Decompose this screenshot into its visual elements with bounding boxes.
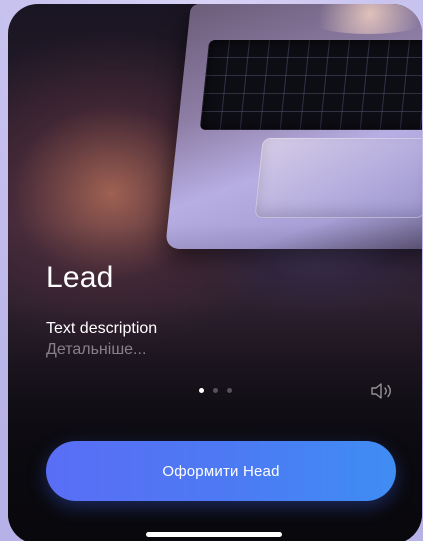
home-indicator — [146, 532, 282, 537]
laptop-keyboard — [199, 40, 422, 130]
phone-frame: Lead Text description Детальніше... Офор… — [8, 4, 422, 541]
pagination-dots — [8, 388, 422, 393]
laptop-trackpad — [254, 138, 422, 218]
laptop-image — [165, 4, 422, 249]
story-description: Text description — [46, 320, 158, 337]
pagination-dot-2[interactable] — [212, 388, 218, 393]
story-title: Lead — [46, 261, 114, 294]
screen: Lead Text description Детальніше... Офор… — [0, 0, 423, 541]
volume-icon[interactable] — [368, 381, 396, 401]
subscribe-button-label: Оформити Head — [162, 462, 280, 480]
pagination-dot-3[interactable] — [226, 388, 232, 393]
pagination-dot-1[interactable] — [198, 388, 204, 393]
more-link[interactable]: Детальніше... — [46, 340, 146, 360]
subscribe-button[interactable]: Оформити Head — [46, 441, 396, 501]
